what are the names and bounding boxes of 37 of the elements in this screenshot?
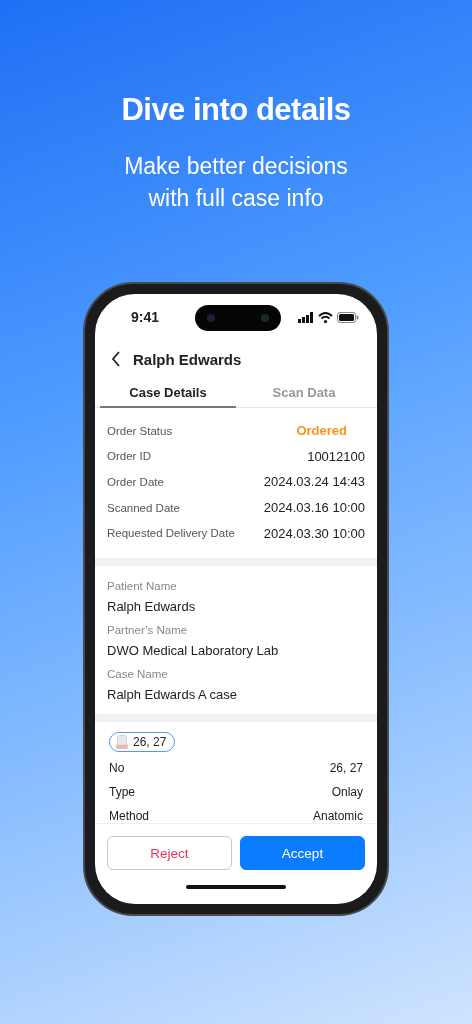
back-icon	[111, 351, 121, 367]
status-time: 9:41	[131, 309, 160, 325]
field-label: Scanned Date	[107, 501, 180, 514]
field-value: Ralph Edwards A case	[107, 686, 239, 702]
tooth-numbers: 26, 27	[133, 734, 167, 749]
status-value: Ordered	[295, 422, 348, 441]
field-label: Order Date	[107, 476, 164, 488]
field-label: Order ID	[107, 450, 152, 463]
field-label: Method	[109, 808, 150, 823]
field-label: Case Name	[107, 667, 169, 680]
headline: Dive into details	[121, 92, 351, 128]
subtitle: Make better decisions with full case info	[123, 152, 349, 213]
field-label: Type	[109, 784, 135, 799]
field-value: Anatomic	[312, 808, 363, 823]
field-value: 2024.03.16 10:00	[263, 500, 365, 516]
back-button[interactable]	[111, 351, 121, 367]
field-label: Order Status	[107, 424, 173, 437]
reject-button[interactable]: Reject	[107, 836, 232, 870]
signal-icon	[298, 311, 314, 323]
field-value: 26, 27	[329, 760, 363, 775]
field-label: Patient Name	[107, 579, 178, 592]
field-value: 2024.03.30 10:00	[263, 525, 365, 541]
field-value: 10012100	[307, 448, 365, 464]
field-label: No	[109, 760, 125, 775]
field-label: Requested Delivery Date	[107, 527, 235, 540]
tooth-icon	[116, 734, 128, 749]
tab[interactable]: Case Details	[100, 378, 236, 408]
wifi-icon	[318, 311, 333, 323]
field-value: Onlay	[331, 784, 363, 799]
field-label: Partner’s Name	[107, 623, 189, 636]
battery-icon	[337, 311, 359, 323]
accept-button[interactable]: Accept	[240, 836, 365, 870]
field-value: Ralph Edwards	[107, 598, 197, 614]
field-value: 2024.03.24 14:43	[263, 474, 365, 490]
field-value: DWO Medical Laboratory Lab	[107, 642, 280, 658]
screen-title: Ralph Edwards	[133, 350, 242, 368]
tab[interactable]: Scan Data	[236, 378, 372, 408]
